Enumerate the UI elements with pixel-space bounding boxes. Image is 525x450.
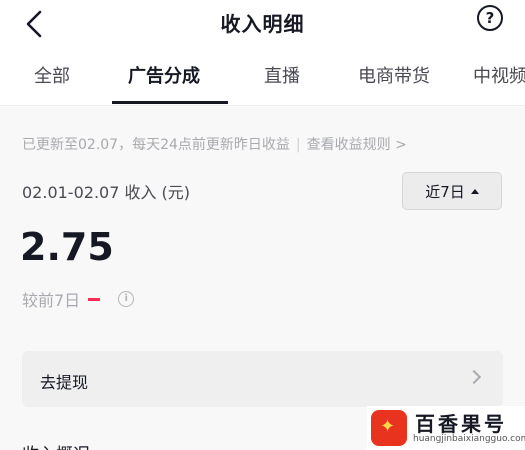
category-tabs: 全部 广告分成 直播 电商带货 中视频 — [0, 52, 525, 106]
date-range-value: 近7日 — [425, 182, 465, 201]
tab-live[interactable]: 直播 — [264, 62, 300, 88]
tab-ecommerce[interactable]: 电商带货 — [358, 62, 430, 88]
watermark-url: huangjinbaixiangguo.com — [413, 434, 525, 444]
active-tab-indicator — [112, 101, 228, 104]
chevron-right-icon: > — [395, 137, 407, 153]
no-change-dash — [88, 297, 101, 301]
site-watermark: ✦ 百香果号 huangjinbaixiangguo.com — [367, 406, 525, 450]
chevron-right-icon — [466, 369, 482, 385]
income-rules-label: 查看收益规则 — [306, 137, 391, 153]
tab-mid-video[interactable]: 中视频 — [473, 62, 525, 88]
period-label: 02.01-02.07 收入 (元) — [22, 183, 191, 202]
tab-ad-revenue[interactable]: 广告分成 — [128, 62, 200, 88]
withdraw-button[interactable]: 去提现 — [22, 351, 503, 407]
divider: | — [295, 137, 301, 153]
date-range-select[interactable]: 近7日 — [402, 172, 502, 210]
watermark-name: 百香果号 — [415, 412, 507, 436]
comparison-label: 较前7日 — [22, 291, 81, 310]
watermark-logo-icon: ✦ — [371, 410, 407, 446]
comparison-row: 较前7日 i — [22, 287, 135, 311]
top-bar: 收入明细 ? — [0, 0, 525, 52]
update-note-text: 已更新至02.07，每天24点前更新昨日收益 — [22, 137, 290, 153]
caret-up-icon — [470, 188, 479, 194]
info-icon[interactable]: i — [118, 291, 135, 307]
tab-all[interactable]: 全部 — [34, 62, 70, 88]
update-note: 已更新至02.07，每天24点前更新昨日收益 | 查看收益规则 > — [22, 134, 407, 154]
income-amount: 2.75 — [20, 225, 114, 269]
section-title-overview: 收入概况 — [22, 440, 90, 450]
income-rules-link[interactable]: 查看收益规则 > — [307, 137, 407, 153]
help-icon[interactable]: ? — [477, 5, 503, 31]
page-title: 收入明细 — [220, 12, 305, 36]
withdraw-label: 去提现 — [40, 373, 89, 392]
income-content: 已更新至02.07，每天24点前更新昨日收益 | 查看收益规则 > 02.01-02… — [0, 107, 525, 450]
